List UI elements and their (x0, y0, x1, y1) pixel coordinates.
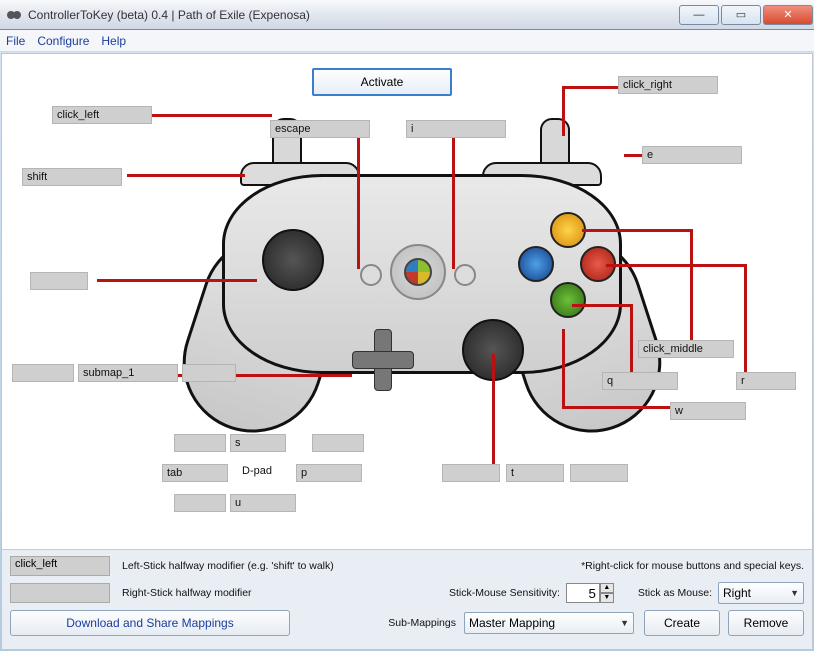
sensitivity-spinner[interactable]: ▲ ▼ (566, 583, 614, 603)
map-ls-up[interactable] (30, 272, 88, 290)
titlebar: ControllerToKey (beta) 0.4 | Path of Exi… (0, 0, 814, 30)
stick-mouse-combo[interactable]: Right ▼ (718, 582, 804, 604)
spin-down-icon[interactable]: ▼ (600, 593, 614, 603)
start-button-icon (454, 264, 476, 286)
mapping-canvas: Activate (2, 54, 812, 534)
map-y[interactable]: click_middle (638, 340, 734, 358)
line (606, 264, 746, 267)
y-button-icon (550, 212, 586, 248)
stick-mouse-label: Stick as Mouse: (638, 587, 712, 599)
map-b[interactable]: r (736, 372, 796, 390)
app-icon (6, 7, 22, 23)
map-back[interactable]: escape (270, 120, 370, 138)
line (582, 229, 692, 232)
window-title: ControllerToKey (beta) 0.4 | Path of Exi… (28, 8, 678, 22)
line (452, 129, 455, 269)
submappings-combo[interactable]: Master Mapping ▼ (464, 612, 634, 634)
line (97, 279, 257, 282)
stick-mouse-value: Right (723, 586, 751, 600)
download-mappings-button[interactable]: Download and Share Mappings (10, 610, 290, 636)
map-lb[interactable]: shift (22, 168, 122, 186)
ls-half-input[interactable]: click_left (10, 556, 110, 576)
menu-help[interactable]: Help (101, 34, 126, 48)
line (357, 129, 360, 269)
line (562, 406, 672, 409)
dpad-label: D-pad (242, 465, 272, 477)
line (127, 174, 245, 177)
x-button-icon (518, 246, 554, 282)
map-rt[interactable]: click_right (618, 76, 718, 94)
sensitivity-value[interactable] (566, 583, 600, 603)
map-ls-down[interactable] (182, 364, 236, 382)
map-dpad-blank2[interactable] (312, 434, 364, 452)
line (562, 86, 565, 136)
map-start[interactable]: i (406, 120, 506, 138)
activate-button[interactable]: Activate (312, 68, 452, 96)
rs-half-input[interactable] (10, 583, 110, 603)
menubar: File Configure Help (0, 30, 814, 52)
spin-up-icon[interactable]: ▲ (600, 583, 614, 593)
line (562, 329, 565, 409)
submappings-label: Sub-Mappings (388, 617, 456, 629)
map-dpad-right[interactable]: p (296, 464, 362, 482)
a-button-icon (550, 282, 586, 318)
rs-half-label: Right-Stick halfway modifier (122, 587, 252, 599)
map-dpad-up-blank[interactable] (174, 434, 226, 452)
close-button[interactable]: ✕ (763, 5, 813, 25)
line (152, 114, 272, 117)
menu-file[interactable]: File (6, 34, 25, 48)
map-x[interactable]: w (670, 402, 746, 420)
sensitivity-label: Stick-Mouse Sensitivity: (449, 587, 560, 599)
main-panel: Activate (1, 53, 813, 650)
map-a[interactable]: q (602, 372, 678, 390)
back-button-icon (360, 264, 382, 286)
map-ls-left[interactable] (12, 364, 74, 382)
map-ls-click[interactable]: submap_1 (78, 364, 178, 382)
map-dpad-down[interactable]: u (230, 494, 296, 512)
chevron-down-icon: ▼ (620, 618, 629, 628)
ls-half-label: Left-Stick halfway modifier (e.g. 'shift… (122, 560, 334, 572)
map-rs-click[interactable]: t (506, 464, 564, 482)
menu-configure[interactable]: Configure (37, 34, 89, 48)
left-stick-icon (262, 229, 324, 291)
map-rs-left[interactable] (442, 464, 500, 482)
map-dpad-left[interactable]: tab (162, 464, 228, 482)
dpad-icon (352, 329, 412, 389)
remove-button[interactable]: Remove (728, 610, 804, 636)
line (562, 86, 618, 89)
create-button[interactable]: Create (644, 610, 720, 636)
line (572, 304, 632, 307)
line (630, 304, 633, 379)
map-rs-right[interactable] (570, 464, 628, 482)
minimize-button[interactable]: — (679, 5, 719, 25)
line (492, 354, 495, 469)
line (744, 264, 747, 379)
window-controls: — ▭ ✕ (678, 5, 814, 25)
submappings-value: Master Mapping (469, 616, 555, 630)
guide-button-icon (404, 258, 432, 286)
map-rb[interactable]: e (642, 146, 742, 164)
bottom-panel: click_left Left-Stick halfway modifier (… (2, 549, 812, 649)
map-lt[interactable]: click_left (52, 106, 152, 124)
maximize-button[interactable]: ▭ (721, 5, 761, 25)
chevron-down-icon: ▼ (790, 588, 799, 598)
map-dpad-up[interactable]: s (230, 434, 286, 452)
line (690, 229, 693, 344)
map-dpad-blank3[interactable] (174, 494, 226, 512)
rightclick-hint: *Right-click for mouse buttons and speci… (581, 560, 804, 572)
